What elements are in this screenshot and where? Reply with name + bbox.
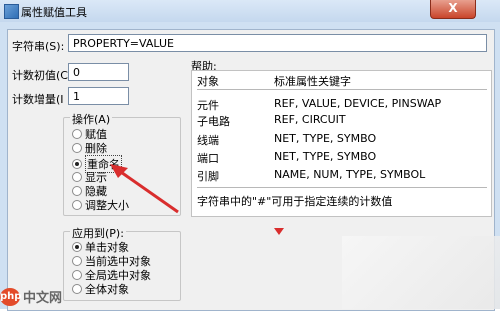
radio-indicator xyxy=(72,200,82,210)
arrow-shaft xyxy=(117,168,179,214)
help-header-object: 对象 xyxy=(197,75,219,88)
app-icon xyxy=(4,4,19,19)
count-increment-input[interactable]: 1 xyxy=(68,87,129,105)
help-row-object: 引脚 xyxy=(197,170,219,183)
string-label: 字符串(S): xyxy=(12,40,65,53)
radio-label: 全体对象 xyxy=(85,283,129,296)
radio-indicator xyxy=(72,284,82,294)
radio-indicator xyxy=(72,270,82,280)
title-bar[interactable]: 属性赋值工具 X xyxy=(0,0,500,22)
window-title: 属性赋值工具 xyxy=(21,6,87,19)
help-row-keywords: REF, VALUE, DEVICE, PINSWAP xyxy=(274,97,442,110)
help-header-keywords: 标准属性关键字 xyxy=(274,75,351,88)
string-input[interactable]: PROPERTY=VALUE xyxy=(68,34,487,52)
radio-label: 删除 xyxy=(85,142,107,155)
red-marker-icon xyxy=(274,228,284,235)
operation-group-label: 操作(A) xyxy=(70,111,113,127)
help-row-keywords: NAME, NUM, TYPE, SYMBOL xyxy=(274,168,426,181)
watermark-logo-icon: php xyxy=(0,287,21,306)
radio-indicator xyxy=(72,256,82,266)
watermark-blur xyxy=(342,236,500,309)
help-row-keywords: REF, CIRCUIT xyxy=(274,113,346,126)
radio-indicator xyxy=(72,143,82,153)
watermark: php 中文网 xyxy=(0,287,62,306)
help-row-object: 元件 xyxy=(197,99,219,112)
watermark-text: 中文网 xyxy=(23,291,63,306)
radio-indicator xyxy=(72,159,82,169)
count-increment-label: 计数增量(I xyxy=(12,93,64,106)
radio-indicator xyxy=(72,242,82,252)
help-row-keywords: NET, TYPE, SYMBO xyxy=(274,150,377,163)
radio-indicator xyxy=(72,172,82,182)
radio-indicator xyxy=(72,129,82,139)
help-row-object: 子电路 xyxy=(197,115,230,128)
count-initial-input[interactable]: 0 xyxy=(68,63,129,81)
count-initial-label: 计数初值(C xyxy=(12,69,68,82)
close-button[interactable]: X xyxy=(430,0,476,19)
help-row-keywords: NET, TYPE, SYMBO xyxy=(274,132,377,145)
radio-indicator xyxy=(72,186,82,196)
help-note: 字符串中的"#"可用于指定连续的计数值 xyxy=(197,195,393,208)
annotation-arrow-icon xyxy=(110,164,179,214)
help-row-object: 端口 xyxy=(197,152,219,165)
radio-delete[interactable]: 删除 xyxy=(72,140,107,156)
help-divider xyxy=(197,187,487,188)
radio-all-objects[interactable]: 全体对象 xyxy=(72,281,129,297)
help-row-object: 线端 xyxy=(197,134,219,147)
help-divider xyxy=(197,89,487,90)
